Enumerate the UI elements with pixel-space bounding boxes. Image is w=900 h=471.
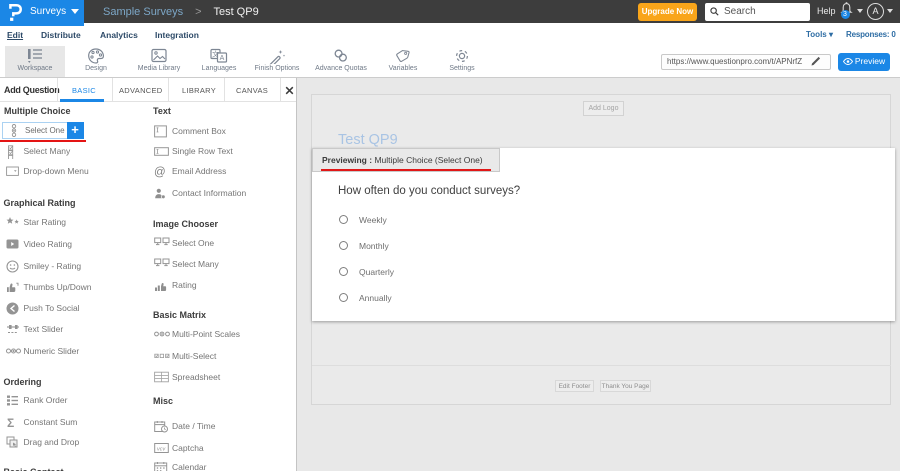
svg-text:@: @	[154, 167, 166, 179]
svg-text:Σ: Σ	[7, 416, 14, 429]
svg-text:vcv: vcv	[157, 446, 167, 452]
svg-text:A: A	[220, 55, 225, 62]
